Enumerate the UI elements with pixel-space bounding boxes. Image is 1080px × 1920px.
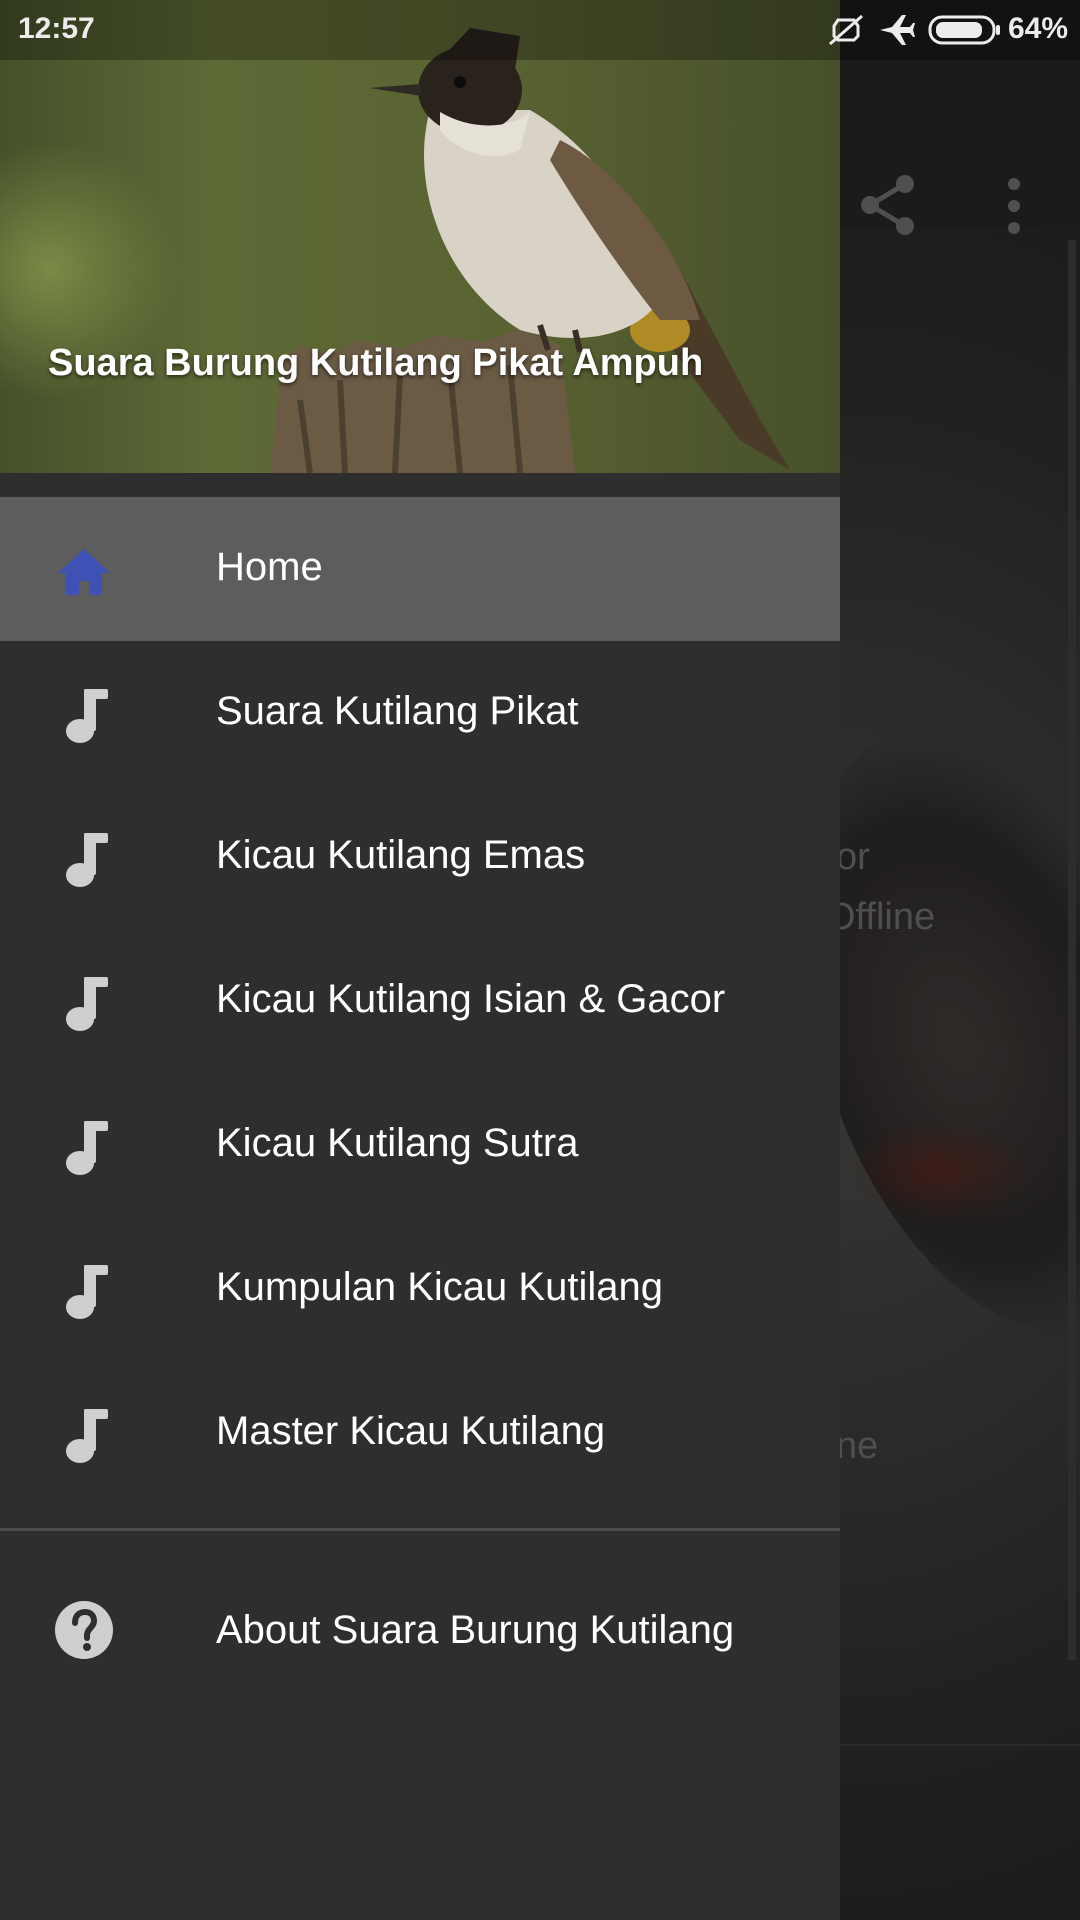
menu-item-label: Kicau Kutilang Emas [216,833,586,877]
menu-divider [0,1528,840,1531]
menu-item-label: About Suara Burung Kutilang [216,1608,735,1652]
menu-item-label: Home [216,545,323,589]
navigation-drawer: Suara Burung Kutilang Pikat Ampuh Home S… [0,0,840,1920]
menu-item-about[interactable]: About Suara Burung Kutilang [0,1558,840,1702]
drawer-title: Suara Burung Kutilang Pikat Ampuh [48,342,704,384]
menu-item-kicau-kutilang-isian-gacor[interactable]: Kicau Kutilang Isian & Gacor [0,929,840,1073]
status-time: 12:57 [18,12,95,45]
menu-item-kumpulan-kicau-kutilang[interactable]: Kumpulan Kicau Kutilang [0,1217,840,1361]
menu-item-label: Kicau Kutilang Sutra [216,1121,579,1165]
menu-item-label: Kumpulan Kicau Kutilang [216,1265,663,1309]
help-circle-icon [55,1601,113,1659]
music-note-icon [66,1121,108,1175]
bird-header-image [270,28,790,473]
music-note-icon [66,977,108,1031]
menu-item-label: Master Kicau Kutilang [216,1409,606,1453]
battery-percentage: 64% [1008,12,1069,45]
drawer-menu: Home Suara Kutilang Pikat Kicau Kutilang… [0,497,840,1505]
drawer-header: Suara Burung Kutilang Pikat Ampuh [0,0,840,473]
menu-item-kicau-kutilang-emas[interactable]: Kicau Kutilang Emas [0,785,840,929]
music-note-icon [66,1409,108,1463]
battery-icon [928,15,1000,45]
status-bar: 12:57 64% [0,0,1080,60]
music-note-icon [66,833,108,887]
home-icon [58,549,110,595]
airplane-icon [880,15,915,45]
mute-icon [829,14,863,46]
menu-item-master-kicau-kutilang[interactable]: Master Kicau Kutilang [0,1361,840,1505]
menu-item-suara-kutilang-pikat[interactable]: Suara Kutilang Pikat [0,641,840,785]
menu-item-label: Suara Kutilang Pikat [216,689,579,733]
menu-item-label: Kicau Kutilang Isian & Gacor [216,977,726,1021]
music-note-icon [66,689,108,743]
music-note-icon [66,1265,108,1319]
menu-item-kicau-kutilang-sutra[interactable]: Kicau Kutilang Sutra [0,1073,840,1217]
menu-item-home[interactable]: Home [0,497,840,641]
